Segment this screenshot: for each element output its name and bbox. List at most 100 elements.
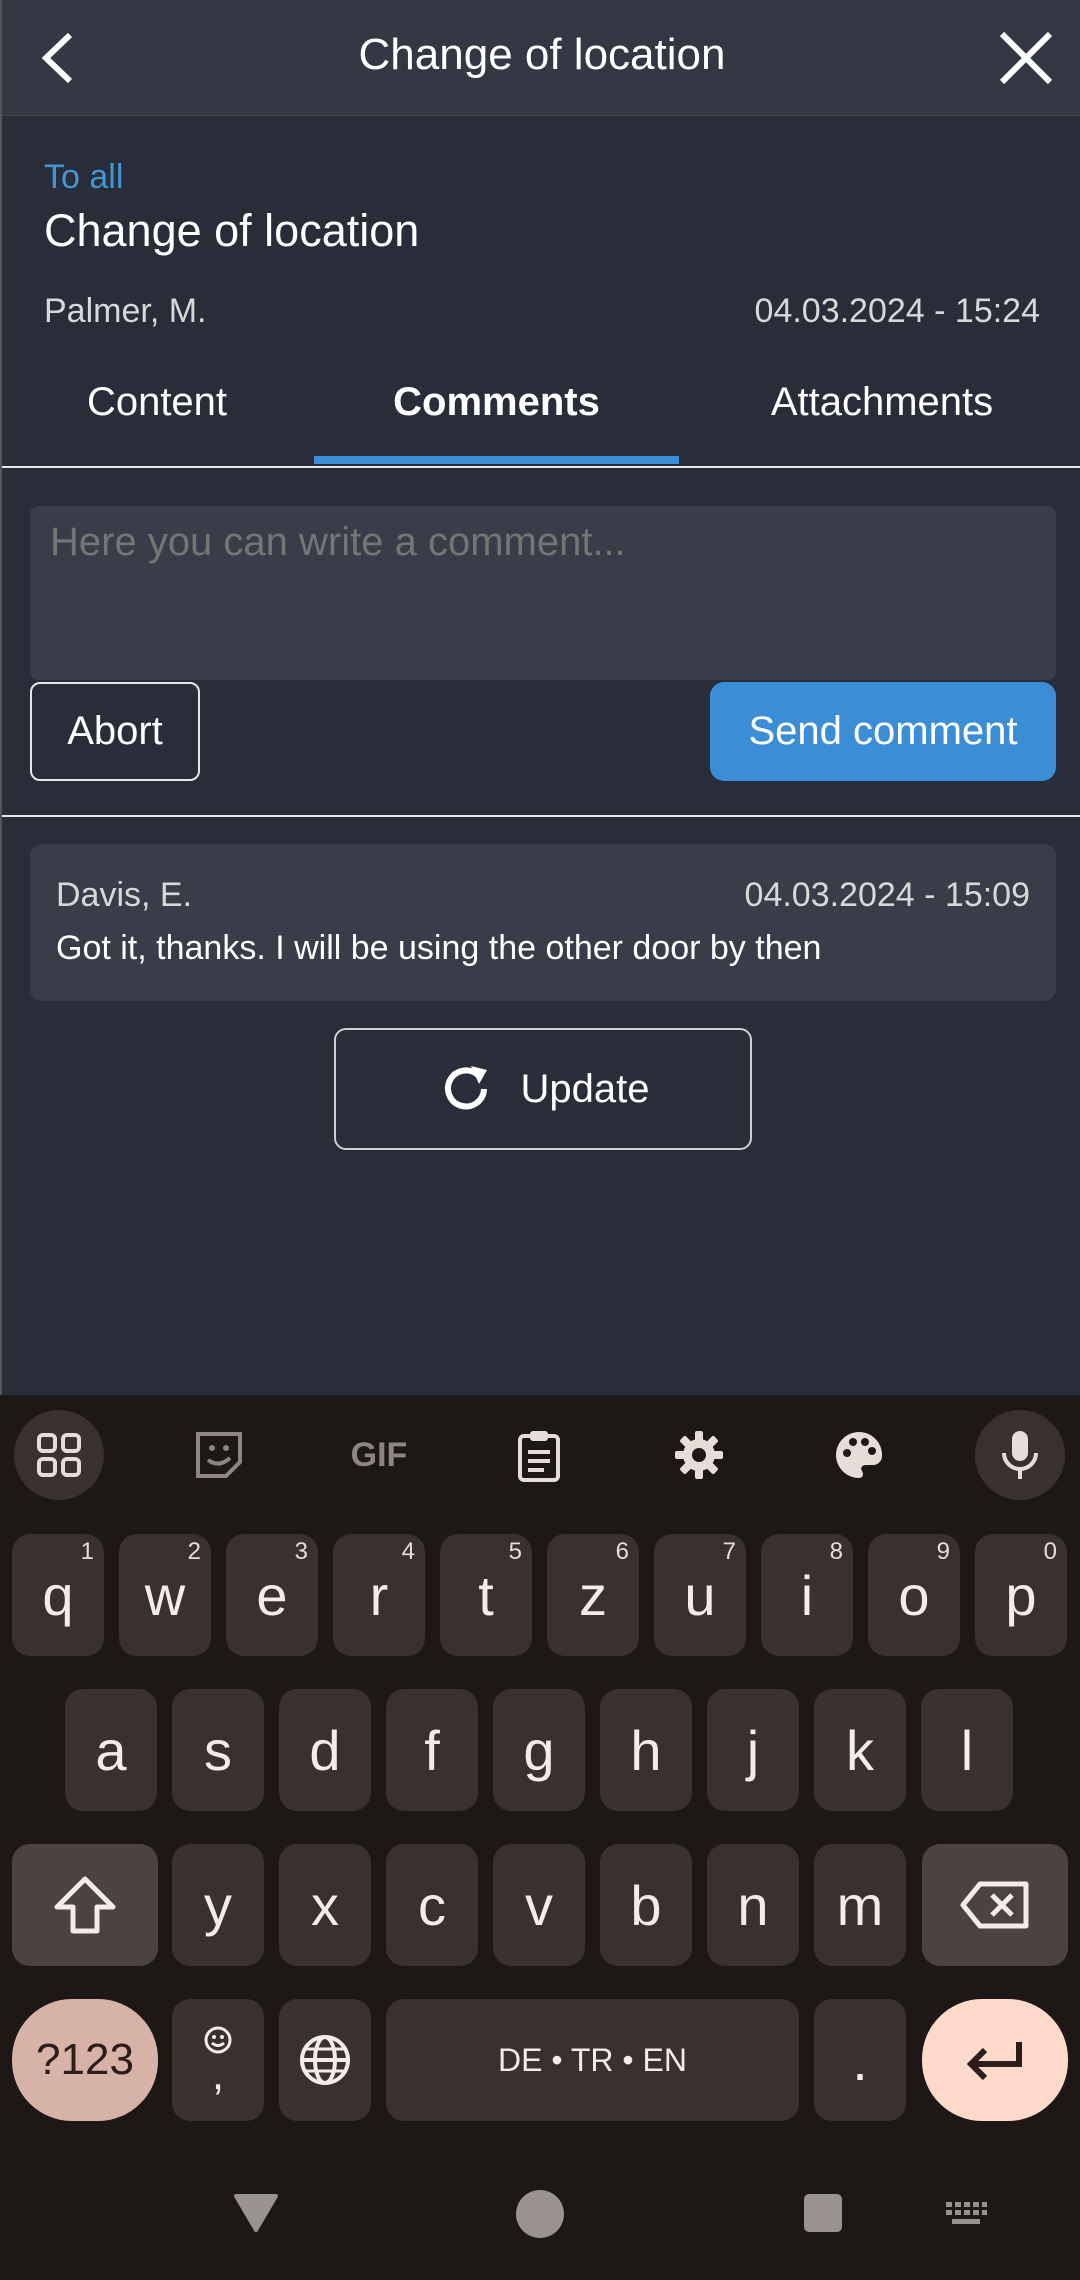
key-l[interactable]: l bbox=[921, 1689, 1013, 1811]
key-e[interactable]: e3 bbox=[226, 1534, 318, 1656]
page-title: Change of location bbox=[358, 30, 726, 79]
key-w-hint: 2 bbox=[187, 1538, 201, 1565]
key-c[interactable]: c bbox=[386, 1844, 478, 1966]
keyboard bbox=[0, 1395, 1080, 2280]
space-key[interactable]: DE • TR • EN bbox=[386, 1999, 799, 2121]
navigation-bar bbox=[0, 2160, 1080, 2280]
active-tab-indicator bbox=[314, 456, 679, 464]
back-nav-icon[interactable] bbox=[232, 2190, 280, 2234]
message-date: 04.03.2024 - 15:24 bbox=[754, 292, 1040, 330]
key-y[interactable]: y bbox=[172, 1844, 264, 1966]
comment-date: 04.03.2024 - 15:09 bbox=[744, 876, 1030, 914]
key-t-label: t bbox=[478, 1563, 494, 1627]
symbols-key[interactable]: ?123 bbox=[12, 1999, 158, 2121]
key-e-label: e bbox=[256, 1563, 288, 1627]
key-o-hint: 9 bbox=[936, 1538, 950, 1565]
key-w-label: w bbox=[144, 1563, 186, 1627]
apps-grid-button[interactable] bbox=[14, 1410, 104, 1500]
settings-button[interactable] bbox=[654, 1410, 744, 1500]
key-e-hint: 3 bbox=[294, 1538, 308, 1565]
key-g[interactable]: g bbox=[493, 1689, 585, 1811]
tab-bar: Content Comments Attachments bbox=[2, 360, 1080, 468]
key-o-label: o bbox=[898, 1563, 930, 1627]
key-z[interactable]: z6 bbox=[547, 1534, 639, 1656]
abort-button[interactable]: Abort bbox=[30, 682, 200, 781]
message-author: Palmer, M. bbox=[44, 292, 207, 330]
app-screen: Change of location To all Change of loca… bbox=[0, 0, 1080, 1395]
key-r-label: r bbox=[369, 1563, 389, 1627]
key-o[interactable]: o9 bbox=[868, 1534, 960, 1656]
sticker-icon bbox=[196, 1432, 242, 1478]
message-subject: Change of location bbox=[44, 205, 420, 256]
language-key[interactable] bbox=[279, 1999, 371, 2121]
key-p-label: p bbox=[1005, 1563, 1037, 1627]
divider bbox=[2, 815, 1080, 817]
comment-input[interactable] bbox=[30, 506, 1056, 680]
shift-icon bbox=[54, 1876, 116, 1934]
key-m[interactable]: m bbox=[814, 1844, 906, 1966]
send-comment-button[interactable]: Send comment bbox=[710, 682, 1056, 781]
shift-key[interactable] bbox=[12, 1844, 158, 1966]
tab-content[interactable]: Content bbox=[52, 380, 262, 425]
key-u-label: u bbox=[684, 1563, 716, 1627]
key-p-hint: 0 bbox=[1043, 1538, 1057, 1565]
key-i-label: i bbox=[800, 1563, 814, 1627]
update-label: Update bbox=[520, 1066, 650, 1111]
key-v[interactable]: v bbox=[493, 1844, 585, 1966]
key-q[interactable]: q1 bbox=[12, 1534, 104, 1656]
clipboard-button[interactable] bbox=[494, 1410, 584, 1500]
voice-input-button[interactable] bbox=[975, 1410, 1065, 1500]
tab-comments[interactable]: Comments bbox=[314, 380, 679, 425]
gear-icon bbox=[675, 1431, 723, 1479]
key-d[interactable]: d bbox=[279, 1689, 371, 1811]
key-r[interactable]: r4 bbox=[333, 1534, 425, 1656]
tab-attachments[interactable]: Attachments bbox=[732, 380, 1032, 425]
microphone-icon bbox=[1002, 1431, 1038, 1479]
key-u[interactable]: u7 bbox=[654, 1534, 746, 1656]
backspace-key[interactable] bbox=[922, 1844, 1068, 1966]
key-s[interactable]: s bbox=[172, 1689, 264, 1811]
comma-label: , bbox=[211, 2050, 225, 2099]
key-n[interactable]: n bbox=[707, 1844, 799, 1966]
close-icon bbox=[999, 31, 1053, 85]
key-q-label: q bbox=[42, 1563, 74, 1627]
recents-nav-icon[interactable] bbox=[802, 2192, 844, 2234]
comment-card: Davis, E. 04.03.2024 - 15:09 Got it, tha… bbox=[30, 844, 1056, 1001]
enter-key[interactable] bbox=[922, 1999, 1068, 2121]
key-w[interactable]: w2 bbox=[119, 1534, 211, 1656]
key-h[interactable]: h bbox=[600, 1689, 692, 1811]
key-b[interactable]: b bbox=[600, 1844, 692, 1966]
top-bar: Change of location bbox=[2, 0, 1080, 116]
key-z-label: z bbox=[579, 1563, 607, 1627]
key-i[interactable]: i8 bbox=[761, 1534, 853, 1656]
home-nav-icon[interactable] bbox=[514, 2188, 566, 2240]
key-f[interactable]: f bbox=[386, 1689, 478, 1811]
key-j[interactable]: j bbox=[707, 1689, 799, 1811]
clipboard-icon bbox=[518, 1431, 560, 1482]
comment-author: Davis, E. bbox=[56, 876, 193, 914]
key-a[interactable]: a bbox=[65, 1689, 157, 1811]
key-x[interactable]: x bbox=[279, 1844, 371, 1966]
key-k[interactable]: k bbox=[814, 1689, 906, 1811]
key-u-hint: 7 bbox=[722, 1538, 736, 1565]
emoji-comma-key[interactable]: , bbox=[172, 1999, 264, 2121]
sticker-button[interactable] bbox=[174, 1410, 264, 1500]
key-p[interactable]: p0 bbox=[975, 1534, 1067, 1656]
keyboard-hide-icon[interactable] bbox=[944, 2200, 988, 2230]
refresh-icon bbox=[444, 1066, 487, 1110]
key-r-hint: 4 bbox=[401, 1538, 415, 1565]
update-button[interactable]: Update bbox=[334, 1028, 752, 1150]
period-key[interactable]: . bbox=[814, 1999, 906, 2121]
theme-button[interactable] bbox=[814, 1410, 904, 1500]
recipient-label: To all bbox=[44, 158, 124, 196]
grid-icon bbox=[37, 1433, 81, 1477]
globe-icon bbox=[300, 2035, 350, 2085]
palette-icon bbox=[836, 1432, 883, 1478]
key-t-hint: 5 bbox=[508, 1538, 522, 1565]
close-button[interactable] bbox=[986, 18, 1066, 98]
enter-icon bbox=[966, 2042, 1022, 2081]
key-z-hint: 6 bbox=[615, 1538, 629, 1565]
key-t[interactable]: t5 bbox=[440, 1534, 532, 1656]
comment-text: Got it, thanks. I will be using the othe… bbox=[56, 929, 822, 967]
gif-button[interactable]: GIF bbox=[334, 1410, 424, 1500]
